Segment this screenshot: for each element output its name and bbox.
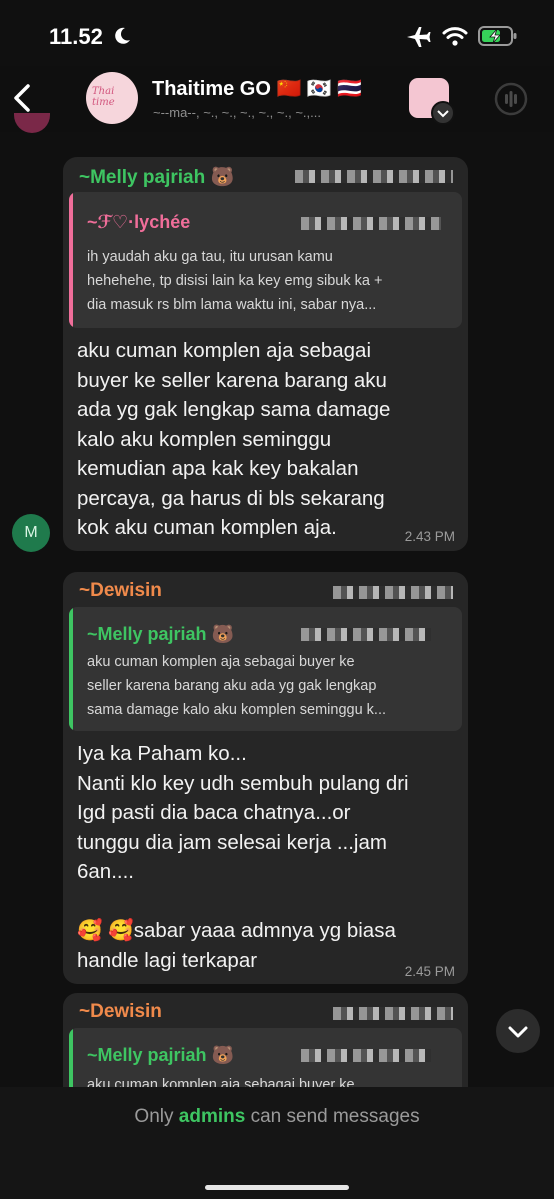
quote-sender: ~Melly pajriah 🐻 (87, 624, 234, 644)
reply-quote[interactable]: ~Melly pajriah 🐻 aku cuman komplen aja s… (69, 607, 462, 731)
message-text: Iya ka Paham ko... Nanti klo key udh sem… (77, 742, 409, 972)
avatar-logo-text: Thai time (92, 86, 115, 108)
quote-bar (69, 607, 73, 731)
reply-quote[interactable]: ~ℱ♡·lychée ih yaudah aku ga tau, itu uru… (69, 192, 462, 328)
group-avatar[interactable]: Thai time (86, 72, 138, 124)
voice-chat-icon[interactable] (494, 82, 528, 121)
quote-sender: ~ℱ♡·lychée (87, 212, 191, 232)
message-time: 2.45 PM (404, 964, 455, 979)
message-sender[interactable]: ~Dewisin (79, 1001, 162, 1023)
message-sender[interactable]: ~Melly pajriah 🐻 (79, 165, 234, 189)
blurred-phone-number (333, 586, 453, 599)
wifi-icon (442, 25, 468, 52)
blurred-phone-number (333, 1007, 453, 1020)
message-bubble[interactable]: ~Melly pajriah 🐻 ~ℱ♡·lychée ih yaudah ak… (63, 157, 468, 551)
blurred-phone-number (301, 1049, 431, 1062)
moon-icon (112, 26, 132, 51)
blurred-phone-number (301, 217, 441, 230)
quote-sender: ~Melly pajriah 🐻 (87, 1045, 234, 1065)
notice-accent: admins (178, 1106, 246, 1127)
quote-bar (69, 192, 73, 328)
blurred-phone-number (295, 170, 453, 183)
home-indicator[interactable] (205, 1185, 349, 1190)
message-bubble[interactable]: ~Dewisin ~Melly pajriah 🐻 aku cuman komp… (63, 572, 468, 984)
back-chevron-icon[interactable] (8, 78, 38, 118)
message-text: aku cuman komplen aja sebagai buyer ke s… (77, 339, 391, 539)
input-area-footer: Only admins can send messages (0, 1087, 554, 1199)
sender-avatar[interactable]: M (12, 514, 50, 552)
airplane-icon (405, 26, 431, 53)
notice-suffix: can send messages (245, 1106, 420, 1127)
chevron-down-icon (508, 1026, 528, 1038)
notice-prefix: Only (134, 1106, 179, 1127)
chat-members-subtitle[interactable]: ~--ma--, ~., ~., ~., ~., ~., ~.,... (153, 105, 393, 120)
admins-only-notice: Only admins can send messages (0, 1106, 554, 1128)
status-time: 11.52 (49, 24, 103, 49)
blurred-phone-number (301, 628, 431, 641)
quote-text: ih yaudah aku ga tau, itu urusan kamu he… (87, 249, 383, 313)
message-sender[interactable]: ~Dewisin (79, 580, 162, 602)
status-bar: 11.52 (0, 0, 554, 72)
chat-title[interactable]: Thaitime GO 🇨🇳 🇰🇷 🇹🇭 (152, 76, 362, 101)
battery-charging-icon (478, 25, 518, 52)
scroll-to-bottom-button[interactable] (496, 1009, 540, 1053)
quote-text: aku cuman komplen aja sebagai buyer ke s… (87, 654, 387, 718)
message-time: 2.43 PM (404, 529, 455, 544)
chevron-down-badge-icon (431, 101, 455, 125)
chat-header: Thai time Thaitime GO 🇨🇳 🇰🇷 🇹🇭 ~--ma--, … (0, 66, 554, 132)
